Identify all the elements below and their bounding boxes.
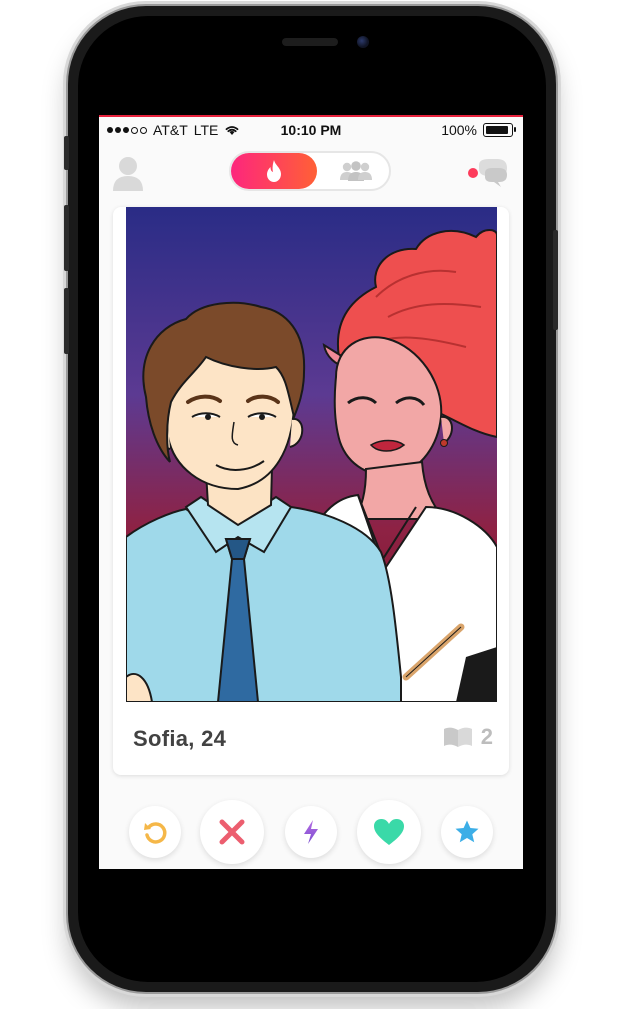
tab-solo[interactable] xyxy=(231,153,317,189)
profile-icon xyxy=(113,157,143,191)
like-button[interactable] xyxy=(357,800,421,864)
nope-button[interactable] xyxy=(200,800,264,864)
profile-photo[interactable] xyxy=(126,207,497,702)
card-footer: Sofia, 24 2 xyxy=(113,702,509,775)
rewind-icon xyxy=(144,822,167,844)
silent-switch xyxy=(64,136,69,170)
boost-icon xyxy=(304,820,318,844)
messages-icon xyxy=(468,159,507,187)
earpiece-speaker xyxy=(282,38,338,46)
profile-card[interactable]: Sofia, 24 2 xyxy=(113,207,509,775)
power-button xyxy=(553,230,558,330)
book-icon xyxy=(443,727,472,747)
like-icon xyxy=(374,819,404,845)
group-icon xyxy=(340,161,372,181)
photo-count: 2 xyxy=(443,724,493,750)
volume-up-button xyxy=(64,205,69,271)
rewind-button[interactable] xyxy=(129,806,181,858)
volume-down-button xyxy=(64,288,69,354)
status-bar: AT&T LTE 10:10 PM 100% xyxy=(99,115,523,145)
flame-icon xyxy=(267,160,281,182)
battery-percent: 100% xyxy=(441,122,477,138)
tab-group[interactable] xyxy=(323,153,389,189)
boost-button[interactable] xyxy=(285,806,337,858)
front-camera xyxy=(357,36,369,48)
discovery-mode-toggle[interactable] xyxy=(229,151,391,191)
messages-button[interactable] xyxy=(463,157,511,193)
cartoon-photo-illustration xyxy=(126,207,497,702)
photo-count-value: 2 xyxy=(480,724,493,749)
profile-button[interactable] xyxy=(111,155,145,193)
super-like-button[interactable] xyxy=(441,806,493,858)
battery-icon xyxy=(483,123,516,137)
nope-icon xyxy=(219,819,245,845)
top-nav xyxy=(99,147,523,199)
status-bar-accent-line xyxy=(99,115,523,117)
profile-name-age: Sofia, 24 xyxy=(133,726,227,751)
action-bar xyxy=(99,795,523,869)
notification-dot xyxy=(468,168,478,178)
app-screen: AT&T LTE 10:10 PM 100% Sofia, 24 2 xyxy=(99,115,523,869)
status-right: 100% xyxy=(441,122,516,138)
super-like-icon xyxy=(455,820,479,843)
